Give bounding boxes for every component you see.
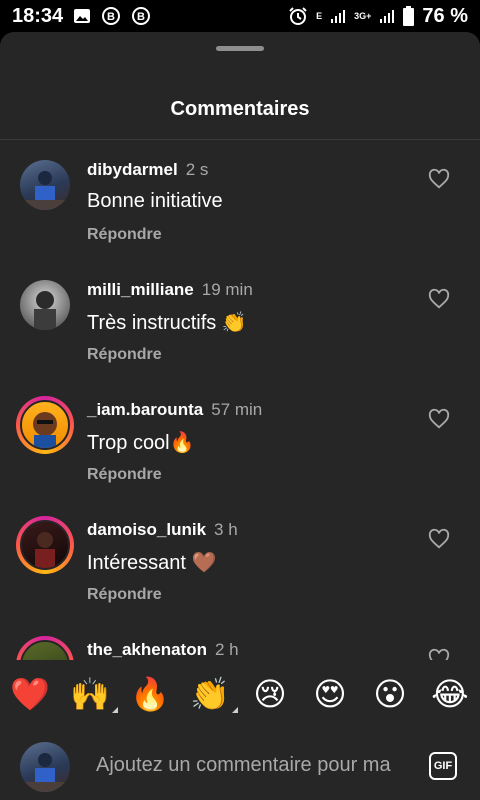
heart-icon[interactable] (428, 408, 450, 430)
emoji-clap-button[interactable]: 👏 (190, 675, 238, 713)
network-type-e: E (316, 11, 323, 21)
heart-icon[interactable] (428, 168, 450, 190)
status-time: 18:34 (12, 4, 64, 27)
reply-button[interactable]: Répondre (87, 466, 162, 484)
svg-text:B: B (107, 11, 115, 23)
emoji-heart-button[interactable]: ❤️ (10, 675, 50, 713)
comment-time: 2 h (214, 640, 239, 659)
comment-username[interactable]: damoiso_lunik 3 h (87, 520, 238, 540)
comment-time: 57 min (211, 400, 263, 419)
sheet-title: Commentaires (170, 98, 310, 120)
avatar-story-ring[interactable] (16, 636, 74, 660)
emoji-heart-eyes-button[interactable]: 😍 (310, 675, 350, 713)
comment-text: Bonne initiative (87, 190, 223, 212)
comment-item: milli_milliane 19 min Très instructifs 👏 … (0, 260, 480, 380)
comment-item: damoiso_lunik 3 h Intéressant 🤎 Répondre (0, 500, 480, 620)
comment-text: Très instructifs 👏 (87, 312, 247, 334)
reply-button[interactable]: Répondre (87, 226, 162, 244)
gif-button[interactable]: GIF (429, 752, 457, 780)
my-avatar (20, 742, 70, 792)
comment-time: 2 s (185, 160, 209, 179)
comment-username[interactable]: milli_milliane 19 min (87, 280, 253, 300)
emoji-surprised-button[interactable]: 😮 (370, 675, 410, 713)
emoji-laughing-button[interactable]: 😂 (430, 675, 470, 713)
heart-icon[interactable] (428, 288, 450, 310)
avatar-story-ring[interactable] (16, 396, 74, 454)
comment-item: _iam.barounta 57 min Trop cool🔥 Répondre (0, 380, 480, 500)
comment-input[interactable]: Ajoutez un commentaire pour ma (96, 754, 411, 777)
comment-username[interactable]: _iam.barounta 57 min (87, 400, 262, 420)
comment-composer: Ajoutez un commentaire pour ma GIF (0, 732, 480, 800)
b-circle-icon: B (131, 6, 151, 26)
drag-handle[interactable] (216, 46, 264, 51)
comment-item: the_akhenaton 2 h (0, 620, 480, 660)
comment-item: dibydarmel 2 s Bonne initiative Répondre (0, 140, 480, 260)
comment-text: Intéressant 🤎 (87, 552, 217, 574)
status-bar: 18:34 B B E 3G+ 76 % (0, 0, 480, 32)
comments-sheet: Commentaires dibydarmel 2 s Bonne initiat… (0, 32, 480, 800)
battery-percent: 76 % (422, 4, 468, 27)
emoji-quick-bar: ❤️ 🙌 🔥 👏 😢 😍 😮 😂 (0, 664, 480, 724)
signal-icon (330, 8, 346, 24)
svg-text:B: B (137, 11, 145, 23)
heart-icon[interactable] (428, 648, 450, 660)
comment-username[interactable]: dibydarmel 2 s (87, 160, 208, 180)
b-circle-icon: B (101, 6, 121, 26)
comment-username[interactable]: the_akhenaton 2 h (87, 640, 239, 660)
signal-icon (379, 8, 395, 24)
comment-time: 3 h (214, 520, 238, 539)
comment-list[interactable]: dibydarmel 2 s Bonne initiative Répondre … (0, 140, 480, 660)
comment-text: Trop cool🔥 (87, 432, 195, 454)
battery-icon (403, 6, 415, 26)
avatar[interactable] (20, 160, 70, 210)
emoji-raised-hands-button[interactable]: 🙌 (70, 675, 118, 713)
avatar-story-ring[interactable] (16, 516, 74, 574)
alarm-icon (288, 6, 308, 26)
reply-button[interactable]: Répondre (87, 586, 162, 604)
image-icon (73, 7, 91, 25)
heart-icon[interactable] (428, 528, 450, 550)
network-type-3g: 3G+ (354, 11, 372, 21)
emoji-crying-button[interactable]: 😢 (250, 675, 290, 713)
comment-time: 19 min (201, 280, 253, 299)
reply-button[interactable]: Répondre (87, 346, 162, 364)
emoji-fire-button[interactable]: 🔥 (130, 675, 170, 713)
avatar[interactable] (20, 280, 70, 330)
